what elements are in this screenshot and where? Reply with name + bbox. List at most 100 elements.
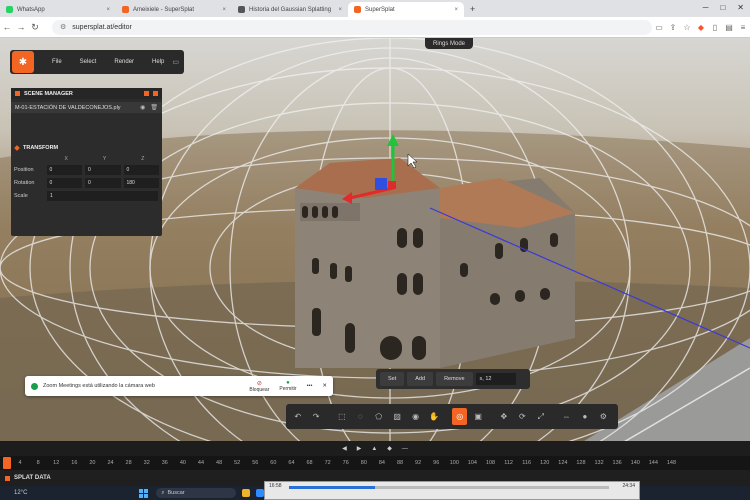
- position-x-input[interactable]: 0: [46, 165, 82, 175]
- forward-icon[interactable]: →: [14, 22, 28, 32]
- selection-value-input[interactable]: s, 12: [475, 373, 516, 385]
- taskbar-search-placeholder: Buscar: [167, 490, 185, 496]
- lasso-icon[interactable]: ◌: [353, 408, 368, 425]
- close-window-icon[interactable]: ✕: [737, 3, 744, 12]
- allow-button[interactable]: ● Permitir: [279, 380, 296, 392]
- minimize-icon[interactable]: ─: [703, 3, 709, 12]
- next-frame-icon[interactable]: ▲: [371, 446, 377, 452]
- scale-icon[interactable]: ⤢: [533, 408, 548, 425]
- delete-trash-icon[interactable]: 🗑: [150, 104, 158, 111]
- supersplat-logo-icon[interactable]: ✱: [12, 51, 34, 73]
- scale-input[interactable]: 1: [47, 191, 158, 201]
- redo-icon[interactable]: ↷: [308, 408, 323, 425]
- play-icon[interactable]: ▶: [357, 445, 362, 452]
- settings-gear-icon[interactable]: ⚙: [596, 408, 611, 425]
- pivot-icon[interactable]: ⇔: [559, 408, 574, 425]
- panel-toggle-icon[interactable]: [153, 91, 158, 96]
- menu-icon[interactable]: ≡: [736, 23, 750, 32]
- address-bar: ← → ↻ ⚙ supersplat.at/editor ▭ ⇪ ☆ ◆ ▯ ▤…: [0, 17, 750, 38]
- rotation-x-input[interactable]: 0: [46, 178, 82, 188]
- rings-mode-indicator[interactable]: Rings Mode: [425, 38, 474, 49]
- close-tab-icon[interactable]: ×: [338, 7, 342, 13]
- supersplat-favicon-icon: [122, 6, 129, 13]
- flood-select-icon[interactable]: ✋: [426, 408, 441, 425]
- timeline-playhead[interactable]: [3, 457, 11, 469]
- local-space-icon[interactable]: ●: [577, 408, 592, 425]
- picker-icon[interactable]: ⬚: [334, 408, 349, 425]
- more-options-icon[interactable]: •••: [307, 383, 313, 389]
- brush-icon[interactable]: ▨: [389, 408, 404, 425]
- menu-render[interactable]: Render: [114, 59, 134, 65]
- file-explorer-icon[interactable]: [242, 489, 251, 497]
- tab-supersplat[interactable]: SuperSplat ×: [348, 2, 464, 17]
- timeline-tick: 96: [433, 460, 440, 466]
- tab-historia[interactable]: Historia del Gaussian Splatting ×: [232, 2, 348, 17]
- visibility-eye-icon[interactable]: ◉: [140, 104, 145, 111]
- site-info-icon[interactable]: ⚙: [60, 23, 66, 31]
- collapse-menu-icon[interactable]: ▭: [172, 58, 179, 66]
- box-select-icon[interactable]: ▣: [470, 408, 485, 425]
- timeline-tick: 104: [467, 460, 477, 466]
- timeline-tick: 56: [252, 460, 259, 466]
- timeline-tick: 100: [449, 460, 459, 466]
- add-splat-icon[interactable]: [144, 91, 149, 96]
- tab-whatsapp[interactable]: WhatsApp ×: [0, 2, 116, 17]
- url-field[interactable]: ⚙ supersplat.at/editor: [52, 19, 652, 35]
- timeline-tick: 92: [415, 460, 422, 466]
- position-z-input[interactable]: 0: [123, 165, 159, 175]
- new-tab-button[interactable]: +: [464, 4, 481, 14]
- brave-shield-icon[interactable]: ◆: [694, 23, 708, 32]
- bookmark-star-icon[interactable]: ☆: [680, 23, 694, 32]
- sphere-select-icon[interactable]: ◉: [408, 408, 423, 425]
- cast-icon[interactable]: ▭: [652, 23, 666, 32]
- add-button[interactable]: Add: [407, 372, 434, 386]
- polygon-select-icon[interactable]: ⬠: [371, 408, 386, 425]
- menu-help[interactable]: Help: [152, 59, 164, 65]
- prev-frame-icon[interactable]: ◀: [342, 445, 347, 452]
- timeline-tick: 52: [234, 460, 241, 466]
- timeline-tick: 136: [612, 460, 622, 466]
- windows-start-icon[interactable]: [139, 488, 149, 498]
- splat-list-item[interactable]: M-01-ESTACIÓN DE VALDECONEJOS.ply ◉ 🗑: [11, 102, 162, 113]
- menu-select[interactable]: Select: [80, 59, 97, 65]
- video-player-bar: 16:58 24:34: [264, 481, 640, 500]
- rings-select-icon[interactable]: ◎: [452, 408, 468, 425]
- position-y-input[interactable]: 0: [85, 165, 121, 175]
- whatsapp-icon: [6, 6, 13, 13]
- browser-tab-bar: WhatsApp × Ameixiele - SuperSplat × Hist…: [0, 0, 750, 17]
- timeline-tick: 36: [161, 460, 168, 466]
- 3d-viewport[interactable]: Rings Mode ✱ File Select Render Help ▭ S…: [0, 38, 750, 456]
- weather-widget[interactable]: 12°C: [14, 490, 27, 496]
- timeline[interactable]: 4 8 12 16 20 24 28 32 36 40 44 48 52 56 60 64 68 72 76 80 84…: [0, 456, 750, 470]
- timeline-tick: 88: [396, 460, 404, 466]
- app-menu-bar: ✱ File Select Render Help ▭: [10, 50, 184, 74]
- timeline-tick: 20: [89, 460, 96, 466]
- taskbar-search[interactable]: ⌕ Buscar: [156, 488, 237, 498]
- wallet-icon[interactable]: ▤: [722, 23, 736, 32]
- close-notification-icon[interactable]: ✕: [322, 383, 327, 389]
- back-icon[interactable]: ←: [0, 22, 14, 32]
- sidebar-icon[interactable]: ▯: [708, 23, 722, 32]
- camera-status-icon: [31, 382, 38, 390]
- menu-file[interactable]: File: [52, 59, 62, 65]
- close-tab-icon[interactable]: ×: [222, 7, 226, 13]
- remove-button[interactable]: Remove: [436, 372, 473, 386]
- maximize-icon[interactable]: □: [720, 3, 725, 12]
- transform-header[interactable]: TRANSFORM: [11, 142, 162, 153]
- rotation-y-input[interactable]: 0: [85, 178, 121, 188]
- close-tab-icon[interactable]: ×: [106, 7, 110, 13]
- undo-icon[interactable]: ↶: [290, 408, 305, 425]
- timeline-tick: 108: [485, 460, 496, 466]
- tab-ameixiele[interactable]: Ameixiele - SuperSplat ×: [116, 2, 232, 17]
- rotate-icon[interactable]: ⟳: [515, 408, 530, 425]
- share-icon[interactable]: ⇪: [666, 23, 680, 32]
- set-button[interactable]: Set: [380, 372, 405, 386]
- close-tab-icon[interactable]: ×: [454, 7, 458, 13]
- reload-icon[interactable]: ↻: [28, 22, 42, 33]
- rotation-z-input[interactable]: 180: [123, 178, 159, 188]
- video-seek-bar[interactable]: [289, 486, 609, 489]
- remove-key-icon[interactable]: —: [402, 446, 408, 452]
- block-button[interactable]: ⊘ Bloquear: [249, 380, 269, 393]
- translate-icon[interactable]: ✥: [496, 408, 511, 425]
- add-key-icon[interactable]: ◆: [387, 445, 392, 452]
